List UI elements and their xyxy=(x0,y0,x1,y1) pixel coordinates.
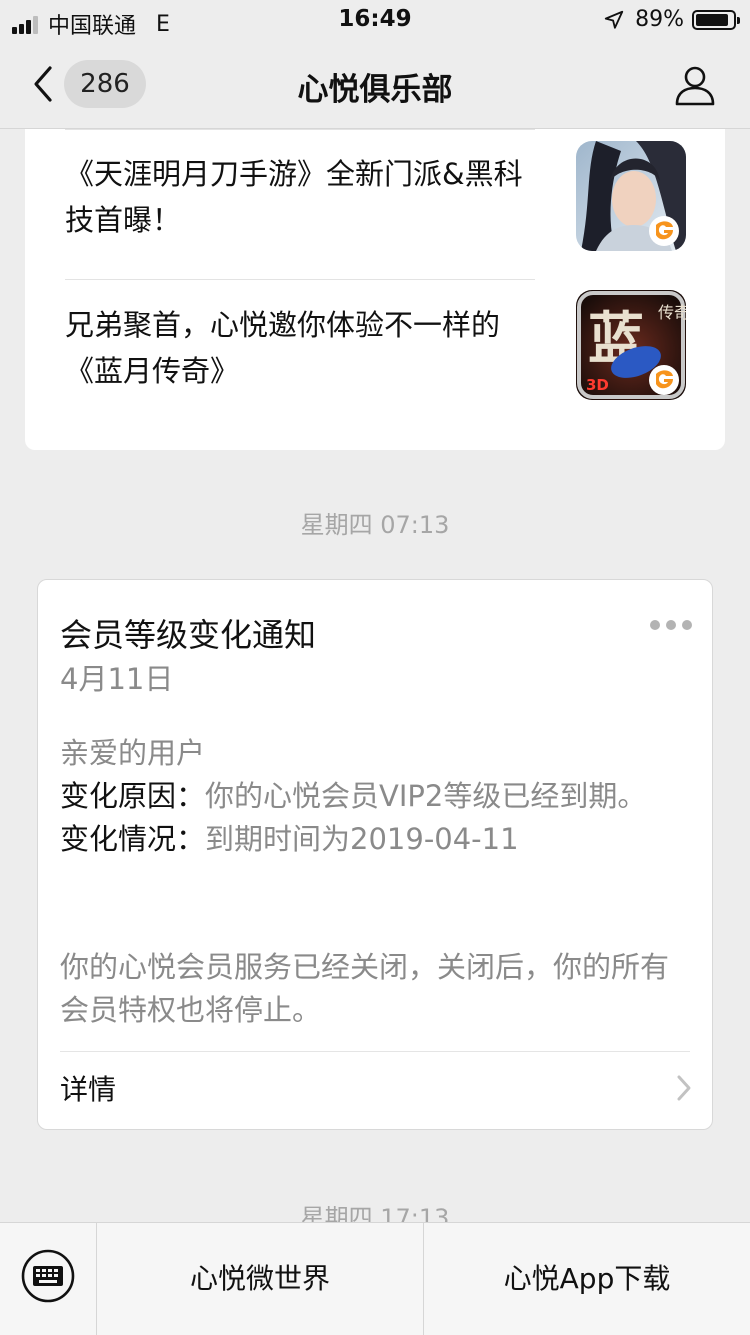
status-bar: 中国联通 E 16:49 89% xyxy=(0,0,750,40)
status-value: 到期时间为2019-04-11 xyxy=(205,822,519,856)
game-thumbnail: 蓝 传奇 3D xyxy=(576,290,686,400)
notice-reason: 变化原因：你的心悦会员VIP2等级已经到期。 xyxy=(60,775,680,818)
keyboard-toggle-button[interactable] xyxy=(0,1223,97,1335)
status-label: 变化情况： xyxy=(60,822,206,856)
thumb-3d-text: 3D xyxy=(586,376,609,394)
chevron-right-icon xyxy=(677,1075,691,1101)
page-title: 心悦俱乐部 xyxy=(297,72,453,108)
menu-item-micro-world[interactable]: 心悦微世界 xyxy=(97,1223,424,1335)
notice-greeting: 亲爱的用户 xyxy=(60,736,206,770)
article-card: 《天涯明月刀手游》全新门派&黑科技首曝！ 兄弟聚首，心悦邀你体验不一样的《蓝月传… xyxy=(25,129,725,450)
thumb-side-text: 传奇 xyxy=(658,303,686,322)
notice-status: 变化情况：到期时间为2019-04-11 xyxy=(60,818,680,861)
article-item[interactable]: 兄弟聚首，心悦邀你体验不一样的《蓝月传奇》 蓝 传奇 3D xyxy=(65,280,695,430)
location-arrow-icon xyxy=(604,10,624,29)
person-icon[interactable] xyxy=(674,64,716,106)
article-item[interactable]: 《天涯明月刀手游》全新门派&黑科技首曝！ xyxy=(65,129,695,279)
menu-item-app-download[interactable]: 心悦App下载 xyxy=(424,1223,750,1335)
nav-bar: 286 心悦俱乐部 xyxy=(0,40,750,129)
battery-level xyxy=(696,13,728,26)
reason-value: 你的心悦会员VIP2等级已经到期。 xyxy=(205,779,647,813)
message-timestamp: 星期四 17:13 xyxy=(300,1204,450,1222)
article-title: 《天涯明月刀手游》全新门派&黑科技首曝！ xyxy=(65,157,523,237)
detail-link[interactable]: 详情 xyxy=(38,1052,712,1130)
message-list[interactable]: 《天涯明月刀手游》全新门派&黑科技首曝！ 兄弟聚首，心悦邀你体验不一样的《蓝月传… xyxy=(0,129,750,1222)
battery-icon xyxy=(692,9,740,30)
more-options-icon[interactable] xyxy=(650,620,692,630)
message-timestamp: 星期四 07:13 xyxy=(300,511,450,539)
game-thumbnail xyxy=(576,141,686,251)
reason-label: 变化原因： xyxy=(60,779,206,813)
status-right: 89% xyxy=(603,7,740,32)
battery-percent: 89% xyxy=(635,7,684,32)
article-title: 兄弟聚首，心悦邀你体验不一样的《蓝月传奇》 xyxy=(65,308,501,388)
notice-title: 会员等级变化通知 xyxy=(60,616,317,654)
notice-card[interactable]: 会员等级变化通知 4月11日 亲爱的用户 变化原因：你的心悦会员VIP2等级已经… xyxy=(37,579,713,1130)
notice-footer: 你的心悦会员服务已经关闭，关闭后，你的所有会员特权也将停止。 xyxy=(60,950,670,1027)
detail-label: 详情 xyxy=(60,1073,117,1106)
notice-body: 亲爱的用户 变化原因：你的心悦会员VIP2等级已经到期。 变化情况：到期时间为2… xyxy=(60,732,680,861)
notice-date: 4月11日 xyxy=(60,662,174,696)
keyboard-icon xyxy=(21,1249,75,1303)
bottom-menu: 心悦微世界 心悦App下载 xyxy=(0,1222,750,1335)
